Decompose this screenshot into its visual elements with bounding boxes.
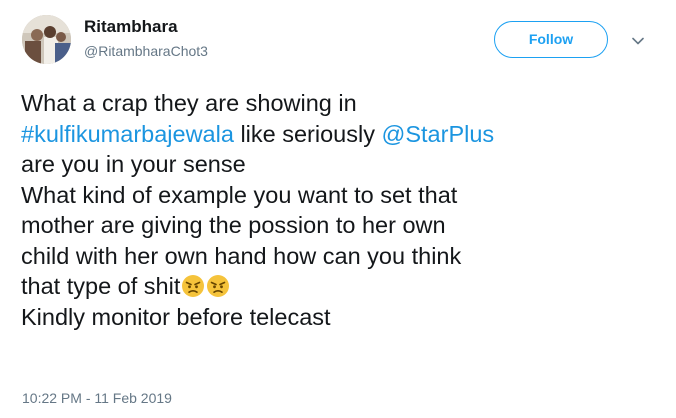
- tweet-line: What a crap they are showing in: [21, 90, 357, 116]
- tweet-text-fragment: that type of shit: [21, 273, 181, 299]
- mention-link[interactable]: @StarPlus: [382, 121, 495, 147]
- tweet-line: What kind of example you want to set tha…: [21, 181, 458, 208]
- tweet-line: Kindly monitor before telecast: [21, 303, 331, 330]
- hashtag-link[interactable]: #kulfikumarbajewala: [21, 121, 234, 147]
- tweet-text: What a crap they are showing in #kulfiku…: [21, 88, 671, 332]
- tweet-line: #kulfikumarbajewala like seriously @Star…: [21, 119, 671, 150]
- tweet-line: that type of shit: [21, 271, 671, 302]
- tweet-text-fragment: like seriously: [233, 120, 382, 147]
- display-name[interactable]: Ritambhara: [84, 17, 178, 37]
- follow-button[interactable]: Follow: [494, 21, 608, 58]
- avatar[interactable]: [22, 15, 71, 64]
- tweet-line: mother are giving the possion to her own: [21, 212, 446, 238]
- user-handle[interactable]: @RitambharaChot3: [84, 43, 208, 59]
- angry-face-icon: [181, 274, 205, 298]
- angry-face-icon: [206, 274, 230, 298]
- tweet-card: Ritambhara @RitambharaChot3 Follow What …: [0, 0, 676, 418]
- tweet-timestamp[interactable]: 10:22 PM - 11 Feb 2019: [22, 390, 172, 406]
- tweet-line: child with her own hand how can you thin…: [21, 242, 462, 269]
- tweet-line: are you in your sense: [21, 151, 246, 177]
- chevron-down-icon[interactable]: [630, 33, 646, 49]
